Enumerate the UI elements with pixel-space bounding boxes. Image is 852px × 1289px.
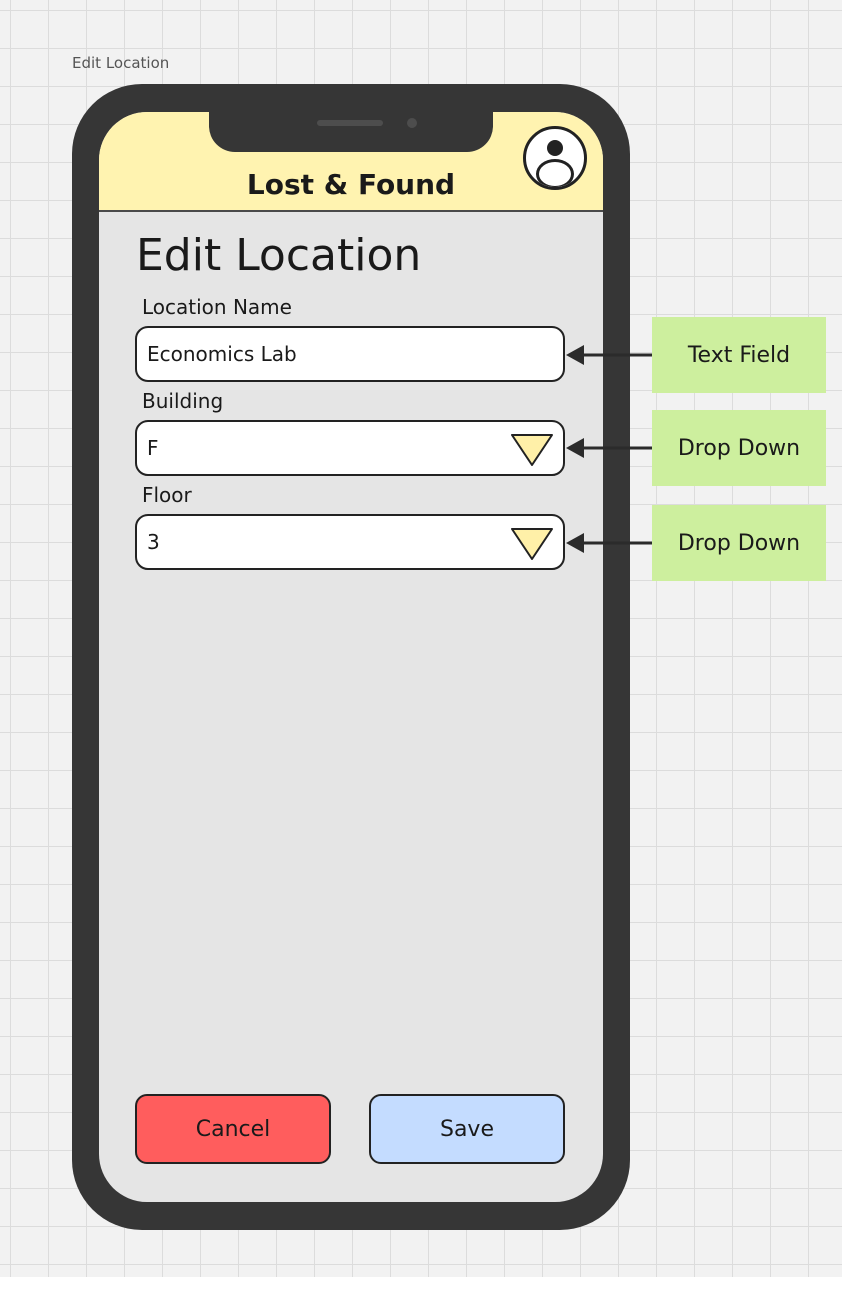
speaker-grille	[317, 120, 383, 126]
phone-frame: Lost & Found Edit Location Location Name…	[72, 84, 630, 1230]
location-name-value: Economics Lab	[147, 342, 297, 366]
building-label: Building	[142, 389, 224, 413]
location-name-label: Location Name	[142, 295, 292, 319]
page-title: Edit Location	[136, 230, 422, 281]
annotation-text-field: Text Field	[652, 317, 826, 393]
building-dropdown[interactable]: F	[135, 420, 565, 476]
phone-screen: Lost & Found Edit Location Location Name…	[99, 112, 603, 1202]
profile-head	[547, 140, 563, 156]
canvas-edge	[0, 1277, 852, 1289]
floor-label: Floor	[142, 483, 192, 507]
frame-label: Edit Location	[72, 54, 170, 72]
save-button[interactable]: Save	[369, 1094, 565, 1164]
cancel-button[interactable]: Cancel	[135, 1094, 331, 1164]
location-name-field[interactable]: Economics Lab	[135, 326, 565, 382]
chevron-down-icon[interactable]	[511, 434, 553, 466]
building-value: F	[147, 436, 159, 460]
floor-value: 3	[147, 530, 160, 554]
floor-dropdown[interactable]: 3	[135, 514, 565, 570]
annotation-drop-down: Drop Down	[652, 505, 826, 581]
camera-dot	[407, 118, 417, 128]
chevron-down-icon[interactable]	[511, 528, 553, 560]
phone-notch	[209, 110, 493, 152]
annotation-drop-down: Drop Down	[652, 410, 826, 486]
user-profile-icon[interactable]	[523, 126, 587, 190]
canvas-edge	[842, 0, 852, 1289]
profile-shoulders	[536, 159, 574, 187]
